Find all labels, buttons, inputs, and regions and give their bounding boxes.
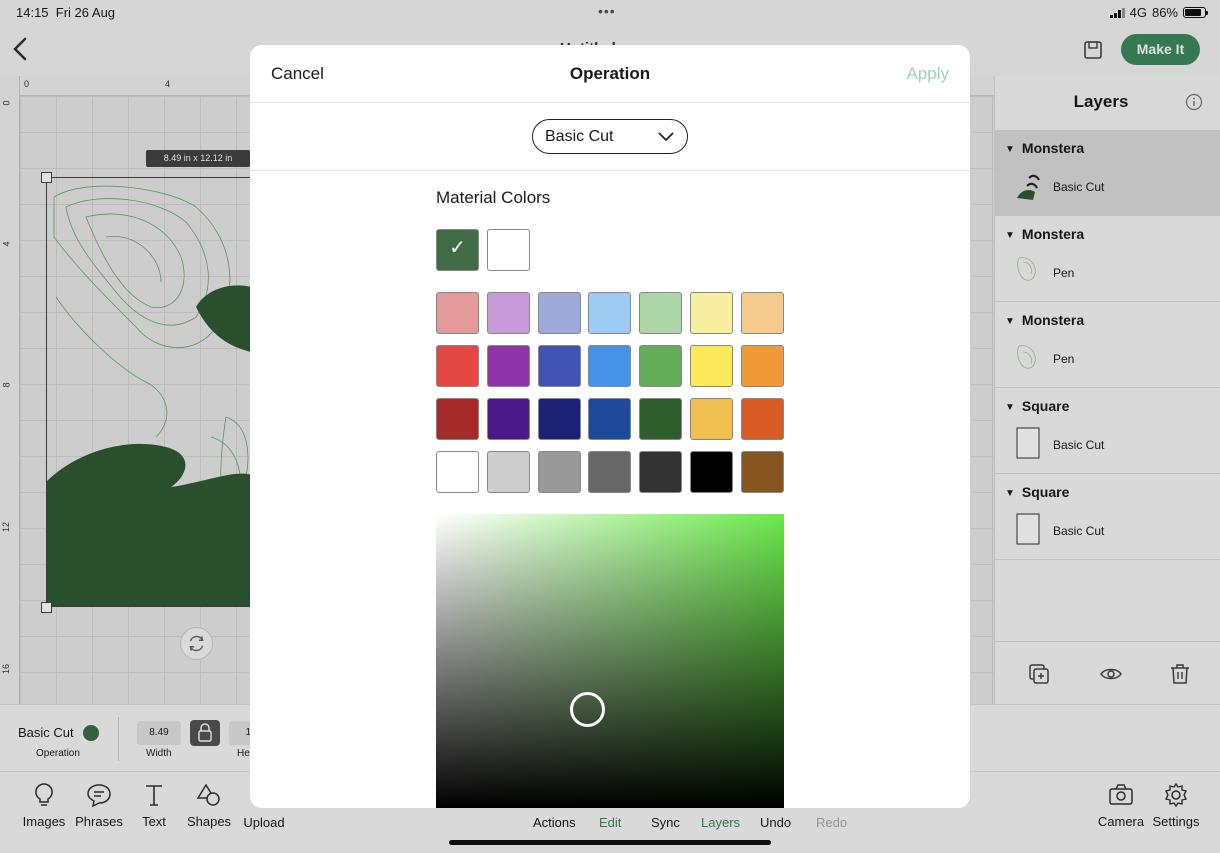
chevron-down-icon [658, 132, 674, 142]
palette-color-swatch[interactable] [639, 398, 683, 440]
palette-color-swatch[interactable] [639, 292, 683, 334]
palette-color-swatch[interactable] [690, 451, 733, 493]
palette-color-swatch[interactable] [436, 451, 479, 493]
palette-color-swatch[interactable] [740, 292, 784, 334]
palette-color-swatch[interactable] [486, 398, 530, 440]
apply-button[interactable]: Apply [906, 64, 949, 84]
palette-color-swatch[interactable] [436, 345, 479, 387]
palette-color-swatch[interactable] [436, 398, 479, 440]
material-color-swatch[interactable] [487, 229, 530, 271]
operation-modal: Cancel Operation Apply Basic Cut Materia… [250, 45, 970, 808]
palette-color-swatch[interactable] [588, 398, 632, 440]
operation-select[interactable]: Basic Cut [532, 119, 688, 154]
palette-color-swatch[interactable] [639, 345, 683, 387]
palette-color-swatch[interactable] [690, 345, 733, 387]
material-color-swatch[interactable] [436, 229, 479, 271]
operation-select-value: Basic Cut [545, 128, 614, 145]
palette-color-swatch[interactable] [588, 345, 632, 387]
palette-color-swatch[interactable] [537, 451, 581, 493]
operation-row: Basic Cut [250, 103, 970, 171]
palette-color-swatch[interactable] [740, 345, 784, 387]
palette-color-swatch[interactable] [588, 292, 632, 334]
palette-color-swatch[interactable] [690, 292, 733, 334]
material-colors-label: Material Colors [436, 188, 551, 207]
palette-color-swatch[interactable] [486, 451, 530, 493]
modal-title: Operation [569, 64, 651, 83]
color-picker-field[interactable] [436, 514, 784, 808]
palette-color-swatch[interactable] [537, 398, 581, 440]
color-picker-knob[interactable] [570, 692, 605, 727]
palette-color-swatch[interactable] [436, 292, 479, 334]
palette-color-swatch[interactable] [588, 451, 632, 493]
palette-color-swatch[interactable] [740, 398, 784, 440]
palette-color-swatch[interactable] [690, 398, 733, 440]
palette-color-swatch[interactable] [486, 345, 530, 387]
modal-header: Cancel Operation Apply [250, 45, 970, 103]
palette-color-swatch[interactable] [537, 292, 581, 334]
palette-color-swatch[interactable] [639, 451, 683, 493]
palette-color-swatch[interactable] [486, 292, 530, 334]
palette-color-swatch[interactable] [740, 451, 784, 493]
palette-color-swatch[interactable] [537, 345, 581, 387]
